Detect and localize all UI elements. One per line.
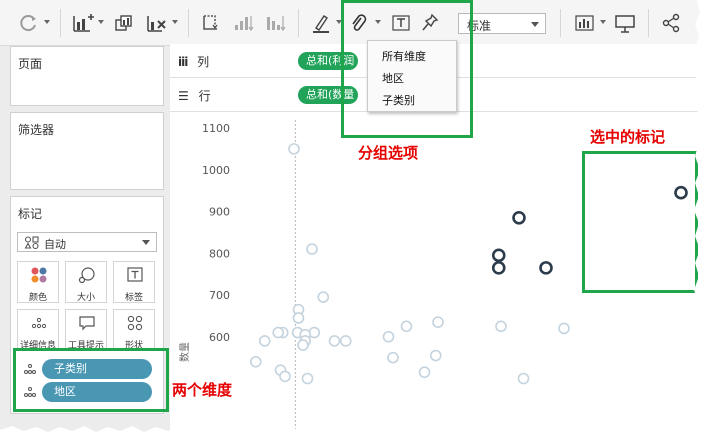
scatter-point — [272, 326, 285, 339]
chevron-down-icon — [142, 240, 150, 245]
label-label: 标签 — [124, 293, 143, 303]
size-icon — [77, 266, 97, 284]
marks-type-label: 自动 — [44, 238, 66, 251]
toolbar-separator — [60, 9, 61, 37]
y-tick-label: 1100 — [202, 122, 230, 135]
refresh-icon[interactable] — [18, 13, 40, 33]
presentation-icon[interactable] — [614, 13, 636, 33]
new-chart-icon[interactable] — [72, 13, 94, 33]
highlight-icon[interactable] — [310, 13, 332, 33]
y-tick-label: 600 — [209, 331, 230, 344]
columns-icon: iii — [178, 55, 188, 69]
columns-shelf-label: iii 列 — [178, 55, 210, 69]
scatter-point — [297, 339, 309, 351]
scatter-point — [495, 320, 507, 333]
scatter-point — [258, 335, 271, 347]
shape-icon — [125, 314, 145, 332]
scatter-point — [249, 356, 262, 368]
pages-pane[interactable]: 页面 — [10, 46, 164, 106]
size-label: 大小 — [76, 293, 95, 303]
chevron-down-icon — [531, 22, 539, 27]
selected-marks-highlight — [582, 151, 698, 293]
selected-scatter-point[interactable] — [491, 261, 506, 275]
color-button[interactable]: 颜色 — [17, 261, 59, 303]
rows-icon: ☰ — [178, 89, 189, 103]
swap-icon[interactable] — [200, 13, 222, 33]
refresh-caret-icon[interactable] — [44, 20, 50, 24]
toolbar-separator — [560, 9, 561, 37]
detail-icon — [29, 314, 49, 332]
sort-desc-icon[interactable] — [264, 13, 286, 33]
y-axis-title: 数量 — [178, 342, 191, 362]
scatter-point — [418, 366, 431, 379]
label-icon — [125, 266, 145, 284]
scatter-point — [517, 372, 530, 385]
filters-pane[interactable]: 筛选器 — [10, 112, 164, 190]
selected-scatter-point[interactable] — [539, 261, 553, 275]
show-me-icon[interactable] — [574, 13, 596, 33]
scatter-point — [317, 291, 330, 303]
clear-caret-icon[interactable] — [172, 20, 178, 24]
scatter-point — [292, 312, 305, 324]
pages-title: 页面 — [18, 57, 43, 71]
scatter-point — [288, 143, 300, 155]
color-label: 颜色 — [28, 293, 47, 303]
selected-scatter-point[interactable] — [491, 248, 506, 263]
y-tick-label: 800 — [209, 247, 230, 260]
scatter-point — [382, 330, 395, 343]
scatter-point — [387, 351, 399, 364]
scatter-point — [306, 243, 318, 255]
size-button[interactable]: 大小 — [65, 261, 107, 303]
scatter-point — [400, 320, 413, 333]
tableau-worksheet: 标准 页面 筛选器 标记 自动 颜色 大小 标签 详细信息 工具提示 形状 子类… — [0, 0, 704, 434]
rows-shelf-label: ☰ 行 — [178, 89, 211, 103]
duplicate-icon[interactable] — [114, 13, 136, 33]
tooltip-button[interactable]: 工具提示 — [65, 309, 107, 351]
torn-edge-bottom — [0, 426, 704, 434]
selected-scatter-point[interactable] — [512, 210, 526, 225]
label-button[interactable]: 标签 — [113, 261, 155, 303]
group-options-highlight — [341, 0, 473, 138]
clear-icon[interactable] — [146, 13, 168, 33]
y-tick-label: 900 — [209, 206, 230, 219]
y-tick-label: 700 — [209, 289, 230, 302]
new-chart-caret-icon[interactable] — [98, 20, 104, 24]
scatter-point — [429, 349, 442, 362]
marks-type-select[interactable]: 自动 — [17, 232, 157, 252]
scatter-point — [558, 322, 570, 335]
marks-title: 标记 — [18, 207, 43, 221]
two-dimensions-highlight — [13, 348, 169, 412]
detail-button[interactable]: 详细信息 — [17, 309, 59, 351]
shape-button[interactable]: 形状 — [113, 309, 155, 351]
scatter-point — [432, 316, 444, 328]
sort-asc-icon[interactable] — [232, 13, 254, 33]
scatter-point — [339, 335, 352, 347]
scatter-point — [301, 372, 314, 385]
y-tick-label: 1000 — [202, 164, 230, 177]
two-dimensions-annotation: 两个维度 — [172, 381, 233, 399]
color-icon — [29, 266, 49, 284]
tooltip-icon — [77, 314, 97, 332]
toolbar-separator — [298, 9, 299, 37]
scatter-point — [328, 335, 341, 347]
scatter-point — [279, 370, 291, 383]
auto-marks-icon — [24, 236, 40, 252]
toolbar-separator — [648, 9, 649, 37]
show-me-caret-icon[interactable] — [600, 20, 606, 24]
toolbar-separator — [188, 9, 189, 37]
filters-title: 筛选器 — [18, 123, 55, 137]
torn-edge-right — [694, 0, 704, 434]
share-icon[interactable] — [660, 13, 682, 33]
selected-marks-annotation: 选中的标记 — [590, 128, 666, 146]
group-options-annotation: 分组选项 — [358, 144, 419, 162]
